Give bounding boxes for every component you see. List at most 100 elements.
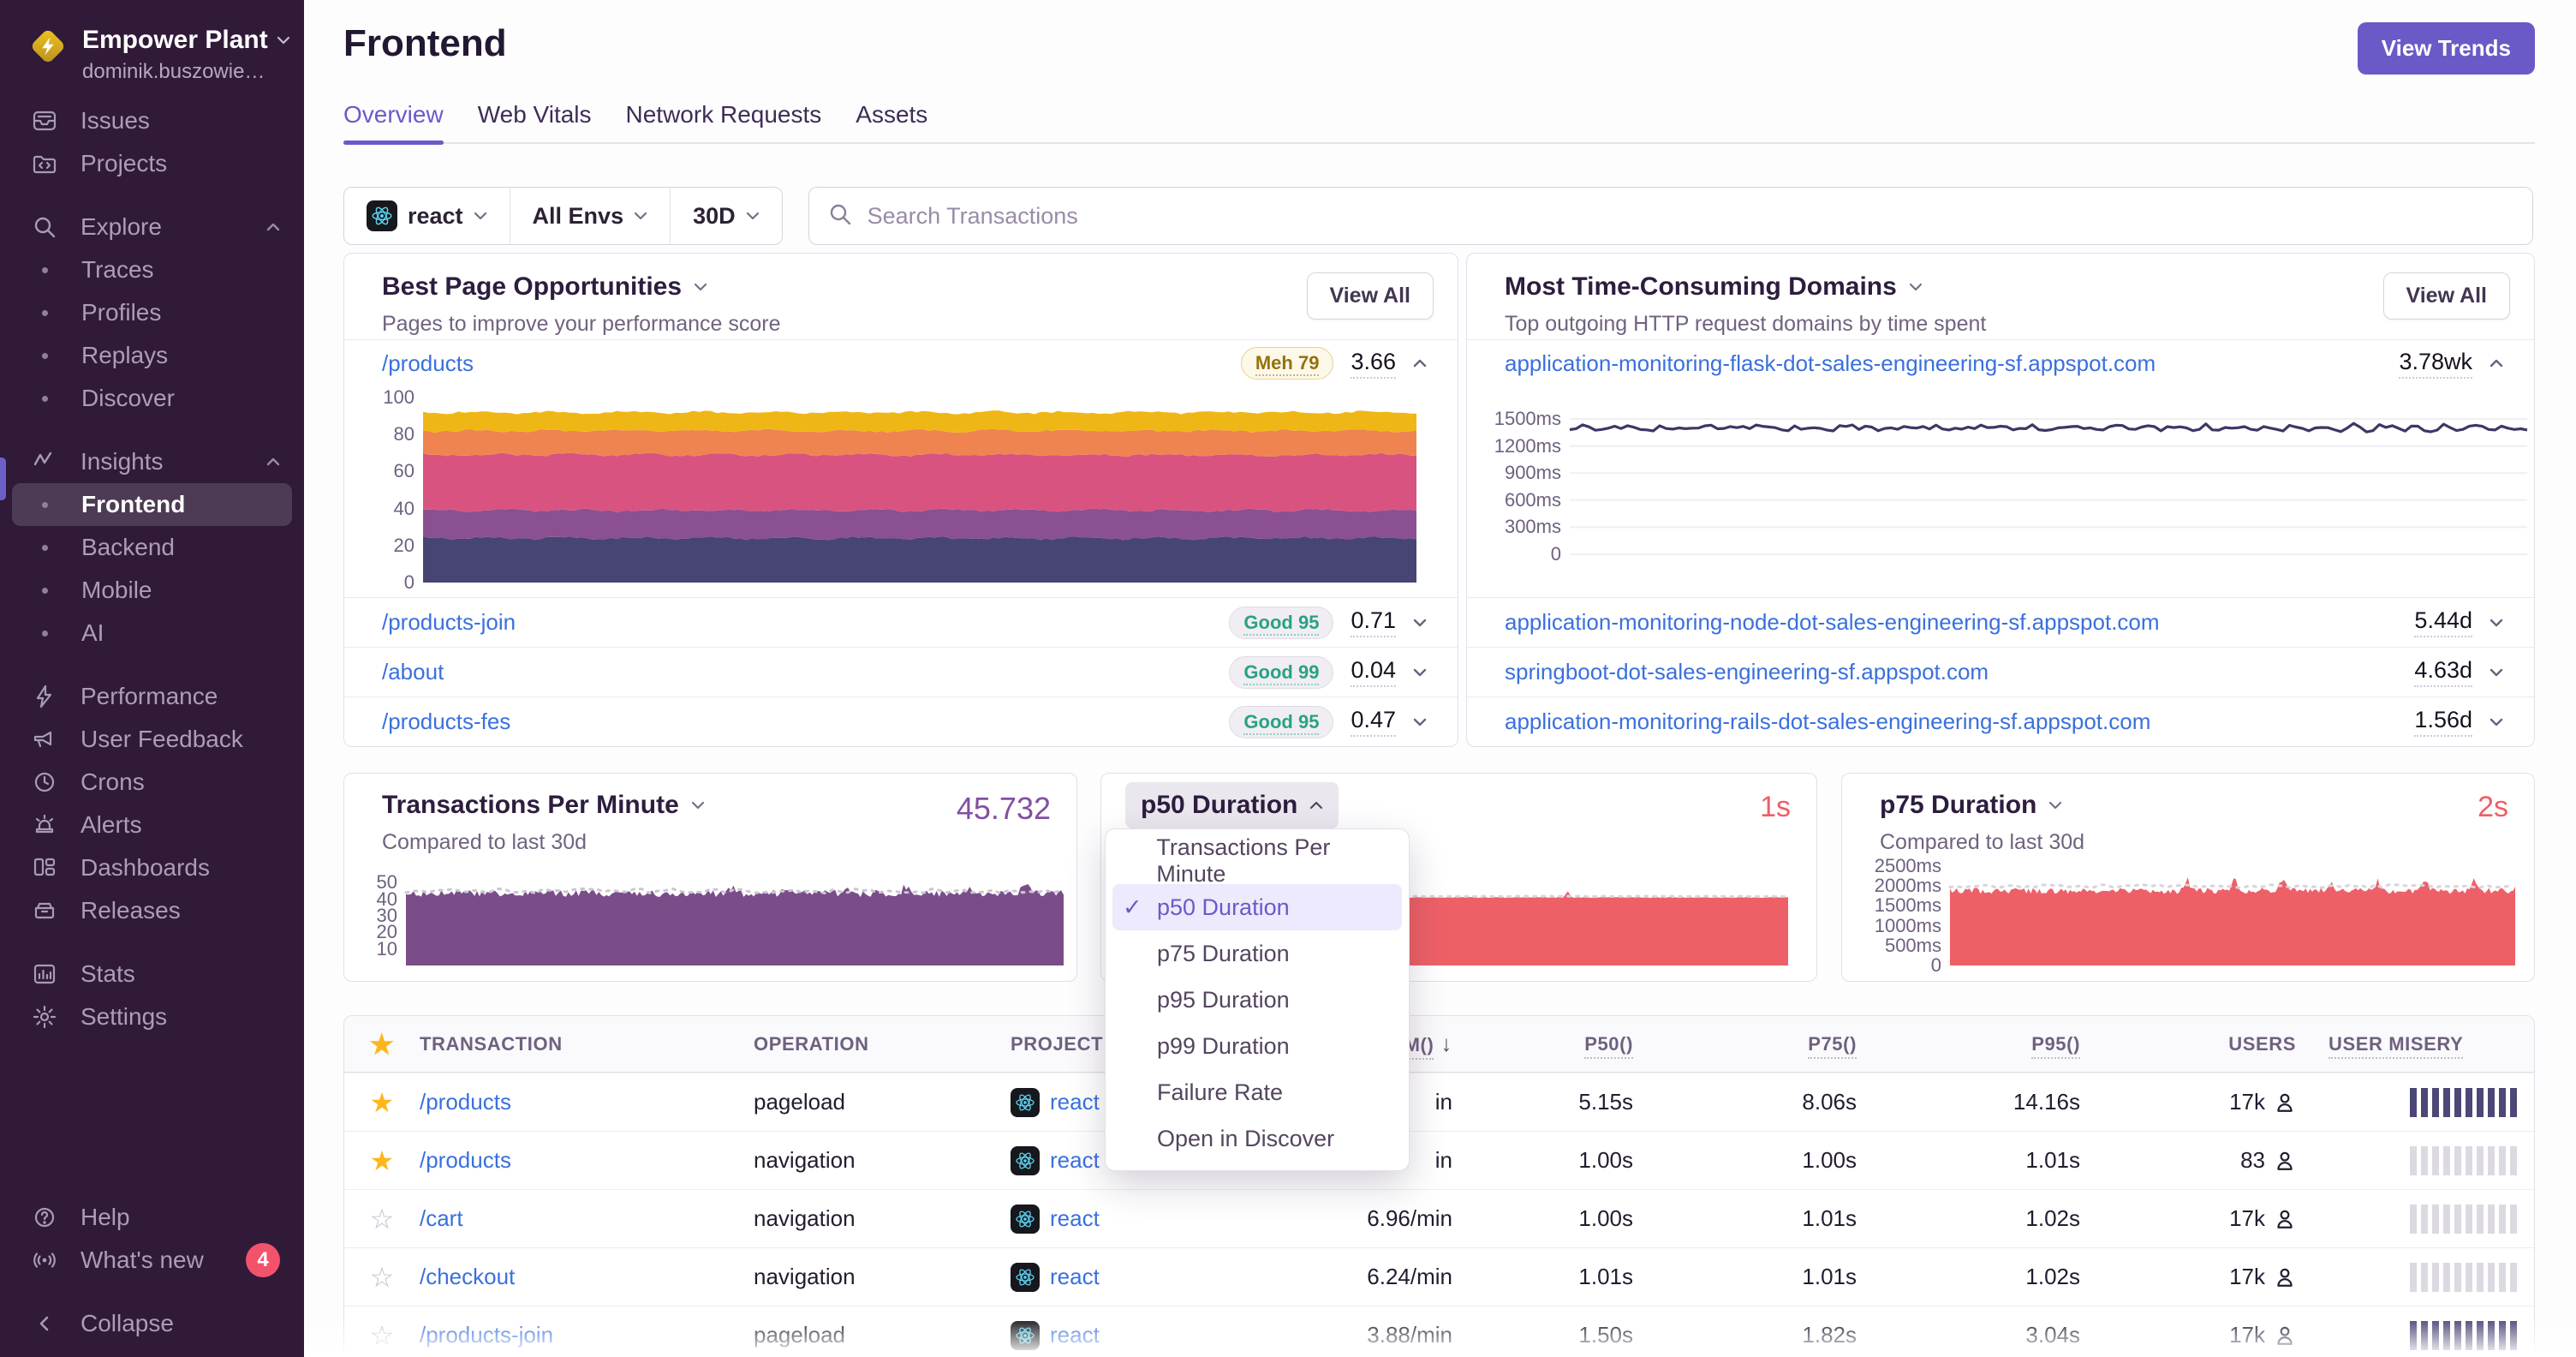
- domains-view-all-button[interactable]: View All: [2382, 272, 2510, 320]
- dropdown-item-label: p95 Duration: [1157, 986, 1290, 1013]
- project-cell[interactable]: react: [1011, 1262, 1293, 1292]
- page-link[interactable]: /products-fes: [382, 708, 510, 735]
- search-input[interactable]: [865, 201, 2513, 230]
- column-header-operation[interactable]: OPERATION: [754, 1033, 1011, 1055]
- best-pages-view-all-button[interactable]: View All: [1306, 272, 1434, 320]
- tab-overview[interactable]: Overview: [343, 101, 444, 145]
- transaction-link[interactable]: /cart: [420, 1205, 463, 1231]
- sidebar-item-whats-new[interactable]: What's new 4: [12, 1239, 292, 1282]
- column-header-p50[interactable]: P50(): [1452, 1032, 1633, 1059]
- sidebar-item-alerts[interactable]: Alerts: [12, 804, 292, 846]
- sidebar-item-issues[interactable]: Issues: [12, 99, 292, 142]
- sidebar-item-profiles[interactable]: Profiles: [12, 291, 292, 334]
- tab-web-vitals[interactable]: Web Vitals: [478, 101, 592, 142]
- sidebar-item-user-feedback[interactable]: User Feedback: [12, 718, 292, 761]
- transaction-link[interactable]: /products: [420, 1089, 511, 1115]
- env-filter[interactable]: All Envs: [509, 188, 671, 244]
- dropdown-item-p99-duration[interactable]: p99 Duration: [1112, 1023, 1402, 1069]
- column-header-misery[interactable]: USER MISERY: [2296, 1032, 2534, 1059]
- domain-link[interactable]: application-monitoring-node-dot-sales-en…: [1505, 609, 2160, 636]
- star-toggle[interactable]: ☆: [344, 1322, 420, 1349]
- p75-title[interactable]: p75 Duration: [1880, 791, 2084, 820]
- dropdown-item-p50-duration[interactable]: ✓ p50 Duration: [1112, 884, 1402, 930]
- sidebar-item-help[interactable]: Help: [12, 1196, 292, 1239]
- checkmark-icon: ✓: [1123, 894, 1142, 920]
- page-row[interactable]: /products-fes Good 95 0.47: [344, 696, 1458, 746]
- column-header-p95[interactable]: P95(): [1857, 1032, 2080, 1059]
- page-link[interactable]: /products-join: [382, 609, 516, 636]
- sidebar-item-performance[interactable]: Performance: [12, 675, 292, 718]
- sidebar-item-replays[interactable]: Replays: [12, 334, 292, 377]
- project-filter[interactable]: react: [344, 188, 510, 244]
- domain-link[interactable]: application-monitoring-rails-dot-sales-e…: [1505, 708, 2150, 735]
- domain-link[interactable]: application-monitoring-flask-dot-sales-e…: [1505, 350, 2156, 377]
- sidebar-item-projects[interactable]: Projects: [12, 142, 292, 185]
- user-icon: [2277, 1151, 2293, 1170]
- sidebar-item-releases[interactable]: Releases: [12, 889, 292, 932]
- sidebar-item-explore[interactable]: Explore: [12, 206, 292, 248]
- sidebar-item-crons[interactable]: Crons: [12, 761, 292, 804]
- bullet-icon: [42, 266, 48, 273]
- domain-link[interactable]: springboot-dot-sales-engineering-sf.apps…: [1505, 659, 1989, 685]
- org-name[interactable]: Empower Plant: [82, 26, 290, 55]
- table-row[interactable]: ☆/cart navigation react 6.96/min 1.00s 1.01s 1…: [344, 1189, 2534, 1247]
- users-cell: 17k: [2080, 1322, 2296, 1348]
- page-link[interactable]: /about: [382, 659, 444, 685]
- star-toggle[interactable]: ☆: [344, 1205, 420, 1233]
- table-row[interactable]: ☆/checkout navigation react 6.24/min 1.01s 1.…: [344, 1247, 2534, 1306]
- sidebar-item-insights[interactable]: Insights: [12, 440, 292, 483]
- dropdown-item-failure-rate[interactable]: Failure Rate: [1112, 1069, 1402, 1115]
- column-header-users[interactable]: USERS: [2080, 1033, 2296, 1055]
- domain-row[interactable]: application-monitoring-node-dot-sales-en…: [1467, 597, 2534, 647]
- best-pages-title[interactable]: Best Page Opportunities: [382, 272, 781, 302]
- stats-icon: [31, 961, 58, 987]
- sidebar-item-stats[interactable]: Stats: [12, 953, 292, 995]
- column-header-star[interactable]: ★: [344, 1031, 420, 1058]
- sidebar-item-traces[interactable]: Traces: [12, 248, 292, 291]
- domains-title[interactable]: Most Time-Consuming Domains: [1505, 272, 1986, 302]
- page-score-stacked-chart[interactable]: 100 80 60 40 20 0: [375, 386, 1416, 593]
- star-toggle[interactable]: ★: [344, 1089, 420, 1116]
- bullet-icon: [42, 630, 48, 637]
- domain-row[interactable]: springboot-dot-sales-engineering-sf.apps…: [1467, 647, 2534, 696]
- dropdown-item-p75-duration[interactable]: p75 Duration: [1112, 930, 1402, 977]
- view-trends-button[interactable]: View Trends: [2357, 22, 2535, 75]
- sidebar-item-settings[interactable]: Settings: [12, 995, 292, 1038]
- tpm-title[interactable]: Transactions Per Minute: [382, 791, 705, 820]
- domain-row[interactable]: application-monitoring-rails-dot-sales-e…: [1467, 696, 2534, 746]
- sidebar-item-ai[interactable]: AI: [12, 612, 292, 655]
- date-range-filter[interactable]: 30D: [670, 188, 782, 244]
- column-header-transaction[interactable]: TRANSACTION: [420, 1033, 754, 1055]
- star-toggle[interactable]: ☆: [344, 1264, 420, 1291]
- sidebar-item-dashboards[interactable]: Dashboards: [12, 846, 292, 889]
- table-row[interactable]: ★/products pageload react in 5.15s 8.06s 14.16…: [344, 1073, 2534, 1131]
- transaction-link[interactable]: /products-join: [420, 1322, 553, 1348]
- page-row[interactable]: /products-join Good 95 0.71: [344, 597, 1458, 647]
- search-box[interactable]: [808, 187, 2533, 245]
- dropdown-item-transactions-per-minute[interactable]: Transactions Per Minute: [1112, 834, 1402, 887]
- table-row[interactable]: ☆/products-join pageload react 3.88/min 1.50…: [344, 1306, 2534, 1357]
- p75-chart[interactable]: 2500ms 2000ms 1500ms 1000ms 500ms 0: [1872, 855, 2515, 976]
- p50-metric-dropdown-trigger[interactable]: p50 Duration: [1125, 782, 1339, 828]
- page-link[interactable]: /products: [382, 350, 474, 377]
- domain-time-line-chart[interactable]: 1500ms 1200ms 900ms 600ms 300ms 0: [1491, 408, 2528, 565]
- transaction-link[interactable]: /checkout: [420, 1264, 515, 1289]
- sidebar-item-discover[interactable]: Discover: [12, 377, 292, 420]
- tab-network-requests[interactable]: Network Requests: [626, 101, 822, 142]
- sidebar-item-frontend[interactable]: Frontend: [12, 483, 292, 526]
- project-cell[interactable]: react: [1011, 1320, 1293, 1350]
- sidebar-item-backend[interactable]: Backend: [12, 526, 292, 569]
- tpm-chart[interactable]: 50 40 30 20 10: [367, 866, 1064, 965]
- page-row[interactable]: /about Good 99 0.04: [344, 647, 1458, 696]
- sidebar-collapse-button[interactable]: Collapse: [12, 1302, 292, 1345]
- table-row[interactable]: ★/products navigation react in 1.00s 1.00s 1.0…: [344, 1131, 2534, 1189]
- column-header-p75[interactable]: P75(): [1633, 1032, 1857, 1059]
- dropdown-item-open-in-discover[interactable]: Open in Discover: [1112, 1115, 1402, 1162]
- star-toggle[interactable]: ★: [344, 1147, 420, 1175]
- dropdown-item-p95-duration[interactable]: p95 Duration: [1112, 977, 1402, 1023]
- org-header[interactable]: Empower Plant dominik.buszowiec...: [0, 0, 304, 84]
- sidebar-item-mobile[interactable]: Mobile: [12, 569, 292, 612]
- transaction-link[interactable]: /products: [420, 1147, 511, 1173]
- project-cell[interactable]: react: [1011, 1204, 1293, 1234]
- tab-assets[interactable]: Assets: [856, 101, 927, 142]
